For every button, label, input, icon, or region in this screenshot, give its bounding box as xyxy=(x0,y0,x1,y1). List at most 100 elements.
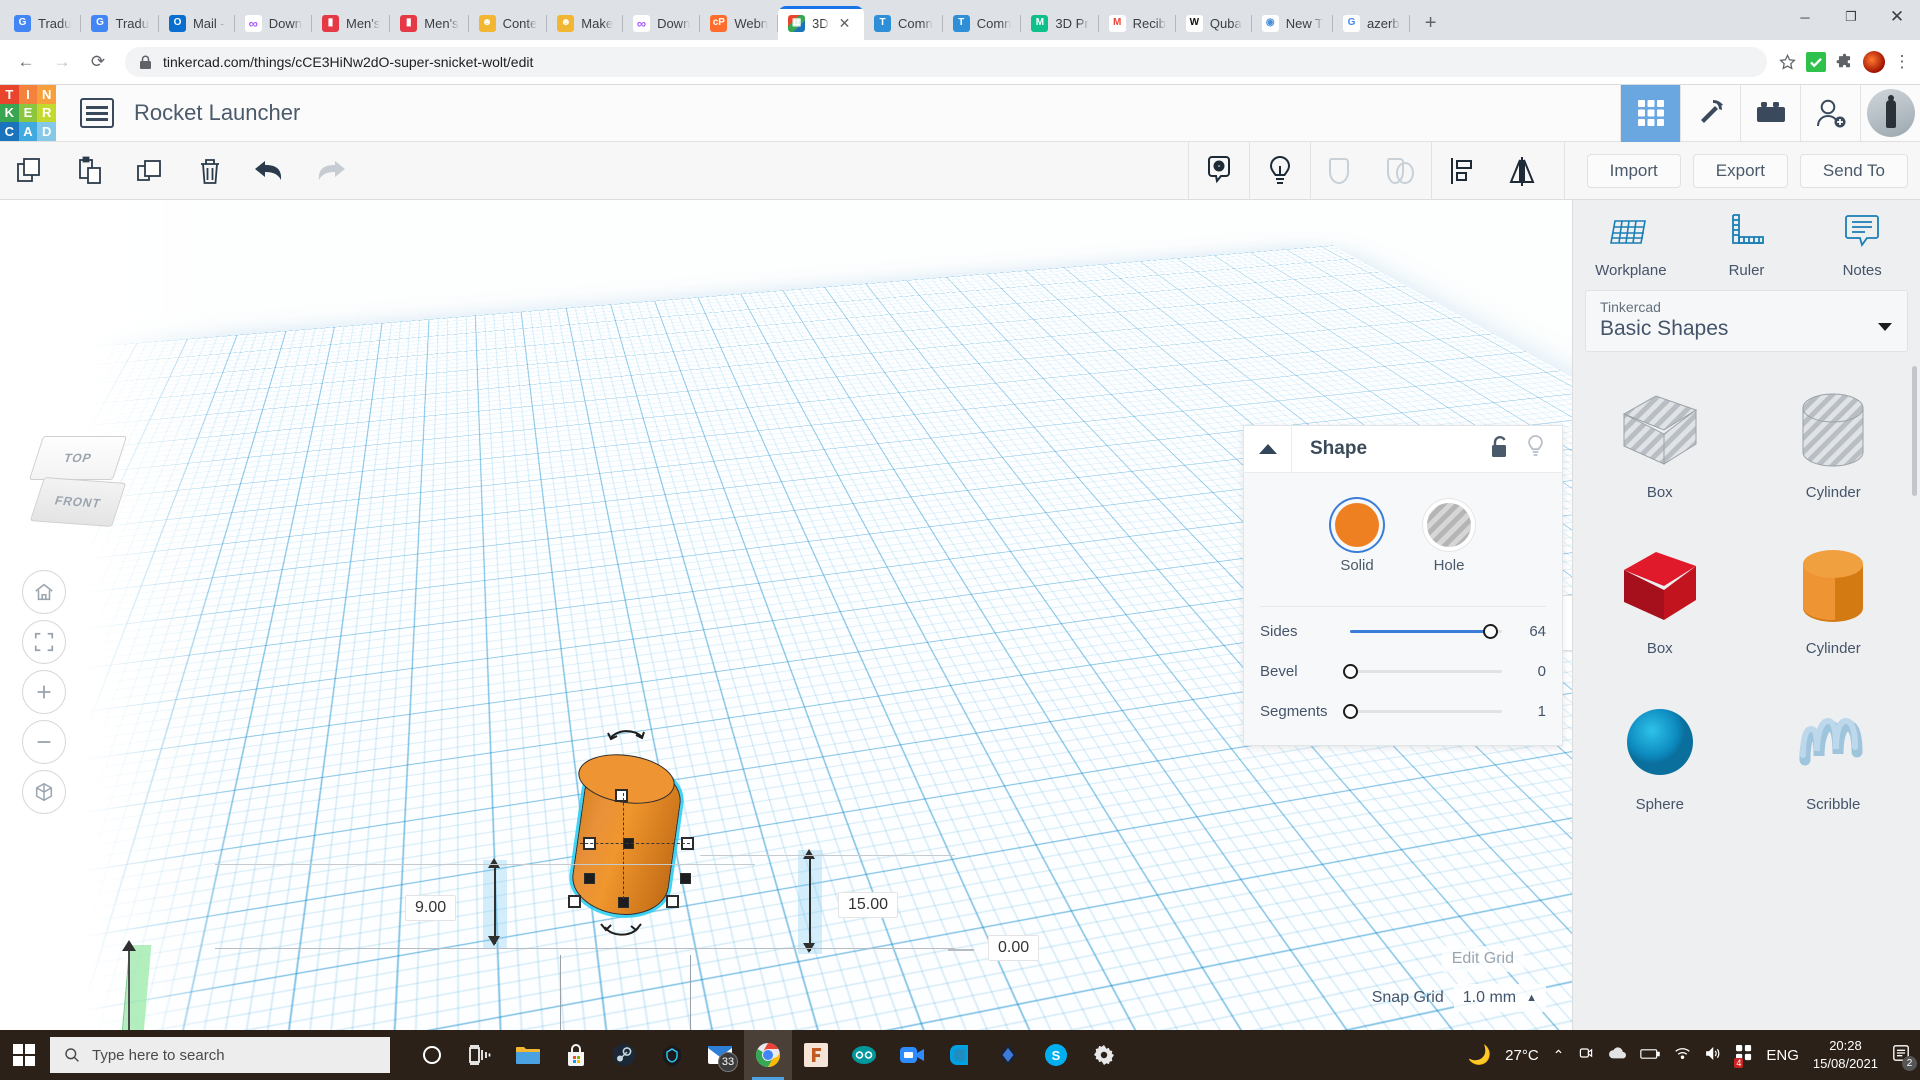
shape-item-sphere[interactable]: Sphere xyxy=(1573,688,1747,844)
browser-tab[interactable]: cPWebn xyxy=(700,6,778,40)
zoom-icon[interactable] xyxy=(888,1030,936,1080)
duplicate-icon[interactable] xyxy=(120,142,180,200)
group-icon[interactable] xyxy=(1311,142,1371,200)
property-slider[interactable] xyxy=(1350,662,1502,680)
sidebar-tool-ruler[interactable]: Ruler xyxy=(1689,200,1805,290)
shape-library-selector[interactable]: Tinkercad Basic Shapes xyxy=(1585,290,1908,352)
cortana-icon[interactable] xyxy=(408,1030,456,1080)
fit-to-view-icon[interactable] xyxy=(22,620,66,664)
profile-avatar-icon[interactable] xyxy=(1863,51,1885,73)
edit-grid-button[interactable]: Edit Grid xyxy=(1442,946,1524,972)
property-slider[interactable] xyxy=(1350,622,1502,640)
browser-tab[interactable]: ☻Conte xyxy=(469,6,548,40)
corner-handle-br[interactable] xyxy=(680,873,691,884)
import-button[interactable]: Import xyxy=(1587,154,1681,188)
property-slider[interactable] xyxy=(1350,702,1502,720)
unlock-icon[interactable] xyxy=(1491,436,1509,463)
selected-shape-cylinder[interactable] xyxy=(560,745,690,935)
dim-label-zoffset[interactable]: 0.00 xyxy=(988,935,1039,961)
onedrive-icon[interactable] xyxy=(1608,1047,1626,1064)
undo-icon[interactable] xyxy=(240,142,300,200)
shape-item-scribble[interactable]: Scribble xyxy=(1747,688,1920,844)
action-center-icon[interactable]: 2 xyxy=(1892,1044,1910,1066)
brick-icon[interactable] xyxy=(1740,85,1800,142)
delete-icon[interactable] xyxy=(180,142,240,200)
ungroup-icon[interactable] xyxy=(1371,142,1431,200)
browser-tab[interactable]: Gazerb xyxy=(1333,6,1410,40)
snap-grid-dropdown[interactable]: 1.0 mm ▲ xyxy=(1454,984,1546,1012)
update-icon[interactable]: 4 xyxy=(1736,1045,1752,1065)
home-view-icon[interactable] xyxy=(22,570,66,614)
export-button[interactable]: Export xyxy=(1693,154,1788,188)
tray-expand-chevron[interactable]: ⌃ xyxy=(1553,1047,1565,1064)
address-bar[interactable]: tinkercad.com/things/cCE3HiNw2dO-super-s… xyxy=(125,47,1767,77)
browser-tab[interactable]: GTradu xyxy=(81,6,158,40)
browser-tab[interactable]: WQuba xyxy=(1176,6,1252,40)
base-handle-right[interactable] xyxy=(666,895,679,908)
wifi-icon[interactable] xyxy=(1674,1046,1691,1064)
steam-icon[interactable] xyxy=(600,1030,648,1080)
predator-sense-icon[interactable] xyxy=(648,1030,696,1080)
window-close-button[interactable]: ✕ xyxy=(1874,0,1920,34)
solid-swatch[interactable]: Solid xyxy=(1335,503,1379,574)
browser-tab[interactable]: TComn xyxy=(943,6,1022,40)
language-indicator[interactable]: ENG xyxy=(1766,1047,1799,1064)
send-to-button[interactable]: Send To xyxy=(1800,154,1908,188)
browser-tab[interactable]: TComn xyxy=(864,6,943,40)
dim-label-height[interactable]: 15.00 xyxy=(838,892,898,918)
grid-view-icon[interactable] xyxy=(1620,85,1680,142)
new-tab-button[interactable]: + xyxy=(1416,8,1446,38)
shape-item-box[interactable]: Box xyxy=(1573,376,1747,532)
extension-check-icon[interactable] xyxy=(1806,52,1826,72)
file-explorer-icon[interactable] xyxy=(504,1030,552,1080)
dim-label-depth[interactable]: 9.00 xyxy=(405,895,456,921)
cura-icon[interactable] xyxy=(936,1030,984,1080)
tab-close-button[interactable]: ✕ xyxy=(839,16,851,30)
user-avatar[interactable] xyxy=(1860,85,1920,142)
moon-icon[interactable]: 🌙 xyxy=(1467,1043,1491,1067)
zoom-out-icon[interactable] xyxy=(22,720,66,764)
solid-color-circle[interactable] xyxy=(1335,503,1379,547)
window-maximize-button[interactable]: ❐ xyxy=(1828,0,1874,34)
fusion360-icon[interactable] xyxy=(792,1030,840,1080)
skype-icon[interactable]: S xyxy=(1032,1030,1080,1080)
browser-tab[interactable]: ∞Down xyxy=(235,6,312,40)
pickaxe-icon[interactable] xyxy=(1680,85,1740,142)
rotate-handle-bottom[interactable] xyxy=(600,923,642,947)
search-input[interactable]: Type here to search xyxy=(50,1037,390,1073)
hole-color-circle[interactable] xyxy=(1427,503,1471,547)
shape-item-box[interactable]: Box xyxy=(1573,532,1747,688)
zoom-in-icon[interactable] xyxy=(22,670,66,714)
deep-icon[interactable] xyxy=(984,1030,1032,1080)
forward-button[interactable]: → xyxy=(46,46,78,78)
redo-icon[interactable] xyxy=(300,142,360,200)
align-icon[interactable] xyxy=(1432,142,1492,200)
arduino-icon[interactable] xyxy=(840,1030,888,1080)
chevron-down-icon[interactable] xyxy=(1877,319,1893,337)
sidebar-tool-notes[interactable]: Notes xyxy=(1804,200,1920,290)
3d-canvas[interactable]: TOP FRONT xyxy=(0,200,1572,1030)
show-hide-icon[interactable] xyxy=(1189,142,1249,200)
microsoft-store-icon[interactable] xyxy=(552,1030,600,1080)
browser-tab[interactable]: ▮Men's xyxy=(390,6,468,40)
chrome-icon[interactable] xyxy=(744,1030,792,1080)
chrome-menu-icon[interactable]: ⋮ xyxy=(1894,57,1910,67)
browser-tab[interactable]: MRecib xyxy=(1099,6,1176,40)
task-view-icon[interactable] xyxy=(456,1030,504,1080)
battery-icon[interactable] xyxy=(1640,1047,1660,1064)
browser-tab[interactable]: ☻Make xyxy=(547,6,623,40)
designs-list-icon[interactable] xyxy=(80,98,114,128)
browser-tab[interactable]: ▮Men's xyxy=(312,6,390,40)
browser-tab[interactable]: ∞Down xyxy=(623,6,700,40)
light-bulb-icon[interactable] xyxy=(1527,435,1544,463)
sidebar-scrollbar[interactable] xyxy=(1912,366,1917,496)
scale-handle-top[interactable] xyxy=(615,789,628,802)
bookmark-star-icon[interactable] xyxy=(1778,53,1797,72)
clock[interactable]: 20:28 15/08/2021 xyxy=(1813,1037,1878,1072)
shape-item-cylinder[interactable]: Cylinder xyxy=(1747,376,1920,532)
light-bulb-icon[interactable] xyxy=(1250,142,1310,200)
back-button[interactable]: ← xyxy=(10,46,42,78)
browser-tab[interactable]: OMail - xyxy=(159,6,235,40)
view-cube-top[interactable]: TOP xyxy=(29,436,127,480)
hole-swatch[interactable]: Hole xyxy=(1427,503,1471,574)
